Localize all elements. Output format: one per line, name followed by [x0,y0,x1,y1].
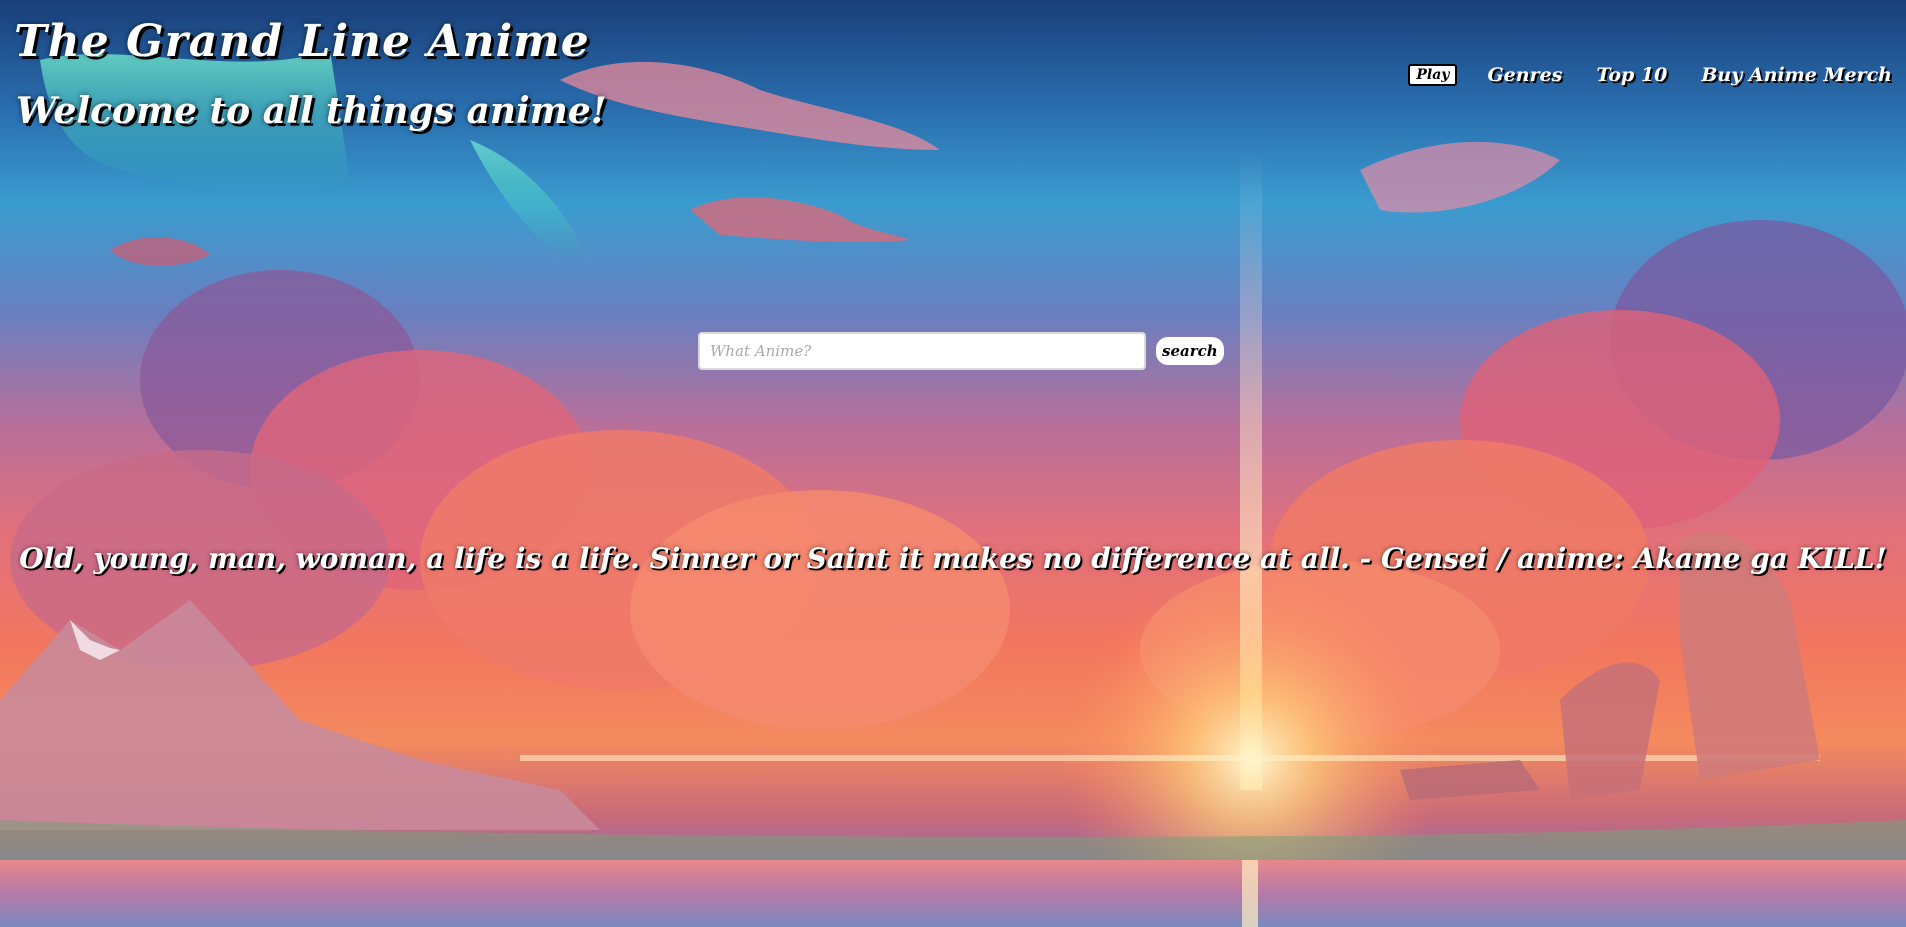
search-bar: search [698,332,1224,370]
page: The Grand Line Anime Welcome to all thin… [0,0,1906,927]
search-input[interactable] [698,332,1146,370]
main-nav: Play Genres Top 10 Buy Anime Merch [1408,64,1892,86]
play-button[interactable]: Play [1408,64,1458,86]
site-subtitle: Welcome to all things anime! [16,90,607,132]
anime-quote: Old, young, man, woman, a life is a life… [19,542,1887,575]
background-illustration [0,50,1906,927]
nav-link-top-10[interactable]: Top 10 [1596,64,1667,86]
nav-link-buy-anime-merch[interactable]: Buy Anime Merch [1701,64,1892,86]
nav-link-genres[interactable]: Genres [1487,64,1562,86]
search-button[interactable]: search [1156,337,1224,365]
site-title: The Grand Line Anime [14,16,590,67]
